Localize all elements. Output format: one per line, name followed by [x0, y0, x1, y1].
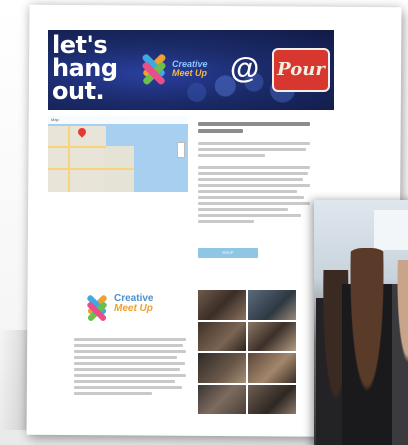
text-line	[198, 178, 304, 181]
map-zoom-control[interactable]	[177, 142, 185, 158]
text-line	[74, 386, 182, 389]
text-line	[74, 338, 186, 341]
description-heading	[198, 129, 243, 133]
text-line	[198, 208, 288, 211]
text-line	[198, 220, 254, 223]
text-line	[198, 172, 308, 175]
text-line	[198, 148, 306, 151]
rsvp-button[interactable]: RSVP	[198, 248, 258, 258]
map-road	[48, 168, 134, 170]
text-line	[198, 190, 297, 193]
map-topbar[interactable]: Map	[48, 116, 188, 124]
event-description	[198, 122, 310, 226]
meetup-logo-icon	[87, 295, 107, 322]
photo-window	[374, 210, 408, 250]
text-line	[74, 380, 175, 383]
featured-event-photo[interactable]	[314, 200, 408, 445]
event-photo[interactable]	[248, 384, 296, 414]
map-road	[48, 146, 106, 148]
text-line	[198, 196, 305, 199]
event-banner: let's hang out. Creative Meet Up @ Pour	[48, 30, 334, 110]
meetup-logo-line-2: Meet Up	[114, 303, 153, 314]
text-line	[198, 202, 310, 205]
event-photo[interactable]	[198, 290, 246, 320]
text-line	[198, 214, 302, 217]
text-line	[198, 166, 310, 169]
banner-line-3: out.	[52, 77, 105, 105]
banner-headline: let's hang out.	[52, 33, 132, 105]
text-line	[74, 392, 153, 395]
text-line	[198, 184, 310, 187]
banner-logo-text: Creative Meet Up	[172, 60, 232, 78]
event-photo[interactable]	[248, 321, 296, 351]
at-sign: @	[230, 52, 260, 85]
text-line	[74, 374, 186, 377]
text-line	[198, 142, 310, 145]
text-line	[74, 344, 183, 347]
screenshot-scene: let's hang out. Creative Meet Up @ Pour …	[0, 0, 408, 445]
event-photo[interactable]	[248, 290, 296, 320]
text-line	[74, 368, 181, 371]
event-photo[interactable]	[248, 353, 296, 383]
text-line	[74, 362, 185, 365]
photo-person	[392, 260, 408, 445]
event-photo[interactable]	[198, 321, 246, 351]
event-photo-grid	[198, 290, 296, 414]
location-map[interactable]: Map	[48, 116, 188, 192]
meetup-logo-icon	[142, 54, 166, 85]
text-line	[74, 350, 186, 353]
venue-badge: Pour	[272, 48, 330, 92]
meetup-logo-text: Creative Meet Up	[114, 294, 174, 314]
meetup-description	[74, 338, 186, 398]
photo-person	[342, 248, 392, 445]
map-road	[68, 126, 70, 192]
text-line	[198, 154, 266, 157]
page-shadow	[0, 330, 30, 430]
description-heading	[198, 122, 310, 126]
event-photo[interactable]	[198, 353, 246, 383]
banner-logo-line-2: Meet Up	[172, 68, 208, 78]
event-photo[interactable]	[198, 384, 246, 414]
text-line	[74, 356, 178, 359]
map-land	[48, 126, 106, 192]
